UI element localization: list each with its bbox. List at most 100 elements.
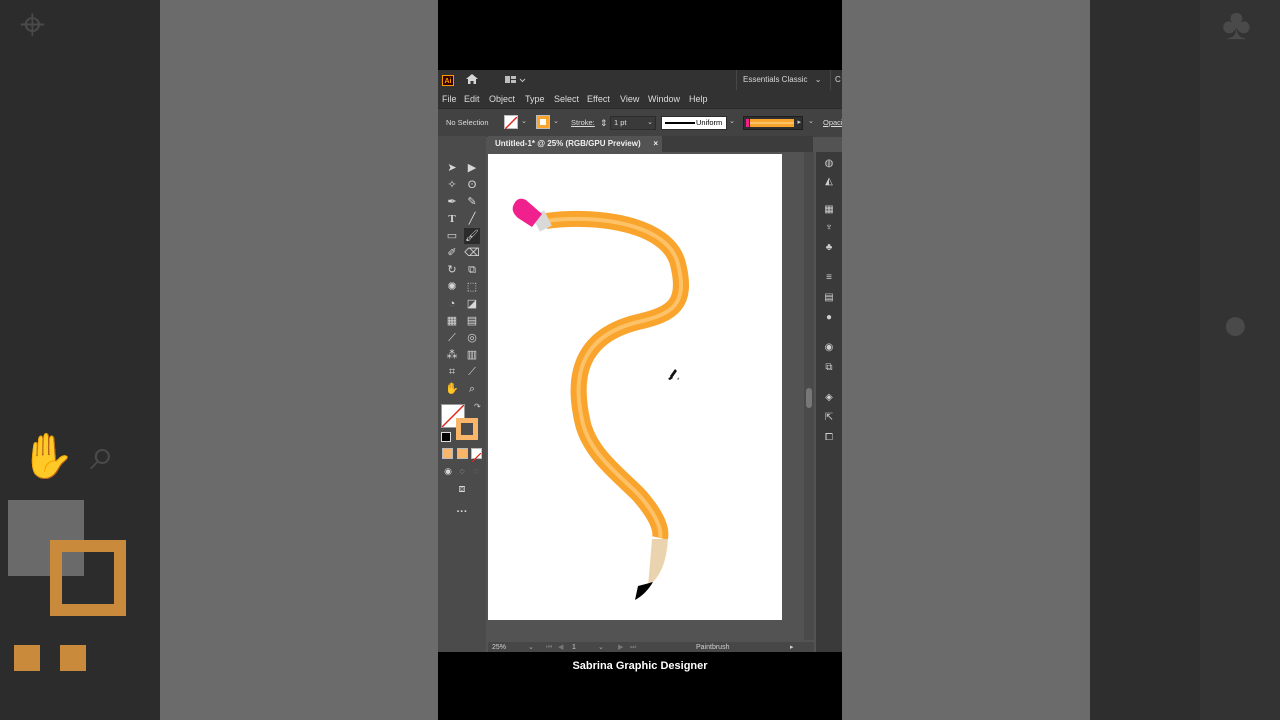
title-bar: Ai Essentials Classic ⌄ C: [438, 70, 842, 90]
fill-none-swatch[interactable]: [504, 115, 518, 130]
brush-definition[interactable]: ▸: [743, 116, 803, 130]
line-segment-tool-icon[interactable]: ╱: [464, 211, 480, 227]
stroke-swatch[interactable]: [536, 115, 550, 129]
curvature-tool-icon[interactable]: ✎: [464, 194, 480, 210]
zoom-tool-icon[interactable]: ⌕: [464, 381, 480, 397]
search-help-field[interactable]: C: [830, 70, 841, 90]
swap-fill-stroke-icon[interactable]: ↷: [474, 402, 481, 411]
free-transform-tool-icon[interactable]: ⬚: [464, 279, 480, 295]
layers-icon[interactable]: ◈: [823, 392, 835, 404]
gradient-mode-icon[interactable]: [457, 448, 468, 459]
more-tools-icon[interactable]: ···: [454, 504, 470, 520]
blurred-tool-icon: ⌖: [20, 0, 45, 49]
pencil-body: [544, 211, 690, 540]
chevron-down-icon[interactable]: ⌄: [729, 117, 735, 125]
blurred-color-chip: [14, 645, 40, 671]
hand-tool-icon[interactable]: ✋: [444, 381, 460, 397]
current-tool-label: Paintbrush: [696, 644, 730, 651]
chevron-down-icon[interactable]: ⌄: [521, 117, 527, 125]
artboard-number[interactable]: 1: [572, 642, 576, 652]
gradient-tool-icon[interactable]: ▤: [464, 313, 480, 329]
transparency-icon[interactable]: ●: [823, 312, 835, 324]
paintbrush-tool-icon[interactable]: 🖌: [464, 228, 480, 244]
menu-select[interactable]: Select: [554, 90, 579, 108]
graphic-styles-icon[interactable]: ⧉: [823, 362, 835, 374]
menu-effect[interactable]: Effect: [587, 90, 610, 108]
last-artboard-icon[interactable]: ⏭: [630, 642, 636, 652]
status-menu-icon[interactable]: ▸: [790, 642, 794, 652]
chevron-down-icon[interactable]: ⌄: [528, 642, 534, 652]
shape-builder-tool-icon[interactable]: ◔: [444, 296, 460, 312]
stroke-label[interactable]: Stroke:: [571, 109, 595, 137]
magic-wand-tool-icon[interactable]: ✧: [444, 177, 460, 193]
menu-object[interactable]: Object: [489, 90, 515, 108]
direct-selection-tool-icon[interactable]: ▶: [464, 160, 480, 176]
warp-tool-icon[interactable]: ✺: [444, 279, 460, 295]
stroke-stepper-icon[interactable]: ⇕: [600, 109, 608, 137]
canvas-area[interactable]: *: [488, 152, 808, 640]
eraser-tool-icon[interactable]: ⌫: [464, 245, 480, 261]
profile-line: [665, 122, 695, 124]
draw-inside-icon[interactable]: ◌: [468, 463, 484, 479]
stroke-indicator[interactable]: [456, 418, 478, 440]
symbol-sprayer-tool-icon[interactable]: ⁂: [444, 347, 460, 363]
stroke-panel-icon[interactable]: ≡: [823, 272, 835, 284]
lasso-tool-icon[interactable]: ʘ: [464, 177, 480, 193]
swatches-icon[interactable]: ◭: [823, 176, 835, 188]
variable-width-profile[interactable]: Uniform: [661, 116, 727, 130]
pencil-lead: [635, 582, 653, 600]
menu-view[interactable]: View: [620, 90, 639, 108]
slice-tool-icon[interactable]: ⟋: [464, 364, 480, 380]
pen-tool-icon[interactable]: ✒: [444, 194, 460, 210]
rectangle-tool-icon[interactable]: ▭: [444, 228, 460, 244]
close-icon[interactable]: ×: [653, 136, 658, 152]
menu-type[interactable]: Type: [525, 90, 545, 108]
club-icon[interactable]: ♣: [823, 242, 835, 254]
appearance-icon[interactable]: ◉: [823, 342, 835, 354]
home-icon[interactable]: [465, 73, 479, 85]
rotate-tool-icon[interactable]: ↻: [444, 262, 460, 278]
menu-edit[interactable]: Edit: [464, 90, 480, 108]
vertical-scrollbar[interactable]: [804, 152, 814, 640]
previous-artboard-icon[interactable]: ◀: [558, 642, 563, 652]
menu-window[interactable]: Window: [648, 90, 680, 108]
type-tool-icon[interactable]: T: [444, 211, 460, 227]
workspace-switcher[interactable]: Essentials Classic ⌄: [736, 70, 827, 90]
brushes-icon[interactable]: ▦: [823, 204, 835, 216]
next-artboard-icon[interactable]: ▶: [618, 642, 623, 652]
asset-export-icon[interactable]: ⇱: [823, 412, 835, 424]
blend-tool-icon[interactable]: ◎: [464, 330, 480, 346]
chevron-down-icon[interactable]: ⌄: [598, 642, 604, 652]
column-graph-tool-icon[interactable]: ▥: [464, 347, 480, 363]
scroll-thumb[interactable]: [806, 388, 812, 408]
screen-mode-icon[interactable]: ⧈: [454, 481, 470, 497]
live-paint-tool-icon[interactable]: ◪: [464, 296, 480, 312]
artboards-icon[interactable]: ⧠: [823, 432, 835, 444]
color-mode-icon[interactable]: [442, 448, 453, 459]
gradient-panel-icon[interactable]: ▤: [823, 292, 835, 304]
chevron-down-icon[interactable]: ⌄: [808, 117, 814, 125]
eyedropper-tool-icon[interactable]: ⟋: [444, 330, 460, 346]
mesh-tool-icon[interactable]: ▦: [444, 313, 460, 329]
arrange-documents-icon[interactable]: [504, 75, 526, 85]
menu-help[interactable]: Help: [689, 90, 708, 108]
pencil-artwork[interactable]: *: [488, 154, 782, 620]
selection-tool-icon[interactable]: ➤: [444, 160, 460, 176]
opacity-label[interactable]: Opaci: [823, 109, 842, 137]
scale-tool-icon[interactable]: ⧉: [464, 262, 480, 278]
document-tab[interactable]: Untitled-1* @ 25% (RGB/GPU Preview) ×: [488, 136, 662, 152]
menu-file[interactable]: File: [442, 90, 457, 108]
artboard-tool-icon[interactable]: ⌗: [444, 364, 460, 380]
chevron-down-icon[interactable]: ⌄: [553, 117, 559, 125]
zoom-level[interactable]: 25%: [492, 642, 506, 652]
first-artboard-icon[interactable]: ⏮: [546, 642, 552, 652]
symbols-icon[interactable]: ♆: [823, 222, 835, 234]
default-colors-icon[interactable]: [441, 432, 451, 442]
stroke-weight-field[interactable]: 1 pt ⌄: [610, 116, 656, 130]
shaper-tool-icon[interactable]: ✐: [444, 245, 460, 261]
none-slash-icon: [504, 116, 518, 130]
color-guide-icon[interactable]: ◍: [823, 158, 835, 170]
artboard[interactable]: *: [488, 154, 782, 620]
none-mode-icon[interactable]: [471, 448, 482, 463]
pencil-highlight: [545, 217, 684, 539]
